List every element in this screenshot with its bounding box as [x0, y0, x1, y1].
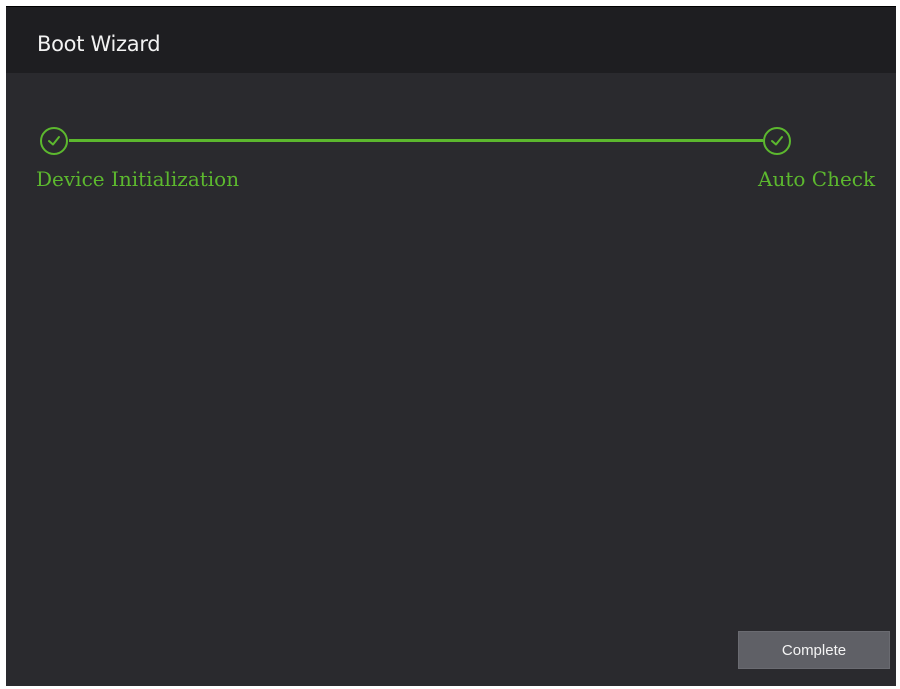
title-bar: Boot Wizard [6, 7, 896, 73]
wizard-steps: Device Initialization Auto Check [6, 73, 896, 213]
check-circle-icon [763, 127, 791, 155]
boot-wizard-dialog: Boot Wizard Device Initialization Auto C… [6, 6, 896, 686]
complete-button[interactable]: Complete [738, 631, 890, 669]
step-device-initialization: Device Initialization [36, 167, 240, 191]
check-circle-icon [40, 127, 68, 155]
progress-line [69, 139, 763, 142]
dialog-title: Boot Wizard [37, 32, 161, 56]
step-auto-check: Auto Check [758, 167, 876, 191]
